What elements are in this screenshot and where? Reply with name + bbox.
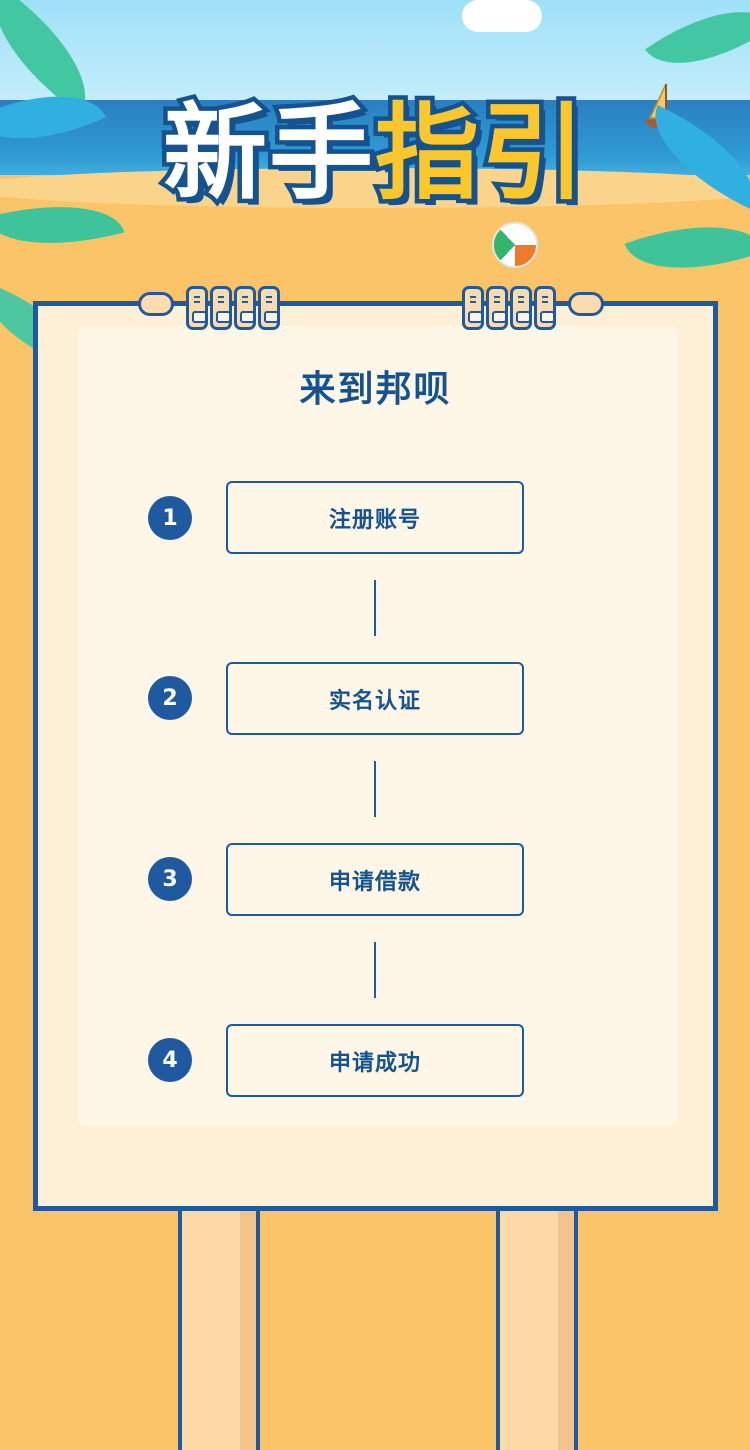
sign-post-right [496,1210,578,1450]
step-real-name-verification-button[interactable]: 实名认证 [226,662,524,735]
cloud-icon [462,0,542,32]
step-number-2: 2 [148,676,192,720]
step-number-1: 1 [148,496,192,540]
left-hand-icon [138,286,288,332]
step-application-success-button[interactable]: 申请成功 [226,1024,524,1097]
title-part-2: 指引 [370,92,589,214]
step-connector [374,761,376,817]
right-hand-icon [462,286,612,332]
step-number-3: 3 [148,857,192,901]
step-number-4: 4 [148,1038,192,1082]
step-connector [374,580,376,636]
step-register-account-button[interactable]: 注册账号 [226,481,524,554]
page-title: 新手 指引 [135,88,615,218]
step-apply-loan-button[interactable]: 申请借款 [226,843,524,916]
step-connector [374,942,376,998]
sign-post-left [178,1210,260,1450]
beach-ball-icon [492,222,538,268]
sign-heading: 来到邦呗 [299,369,452,410]
title-part-1: 新手 [158,92,377,214]
